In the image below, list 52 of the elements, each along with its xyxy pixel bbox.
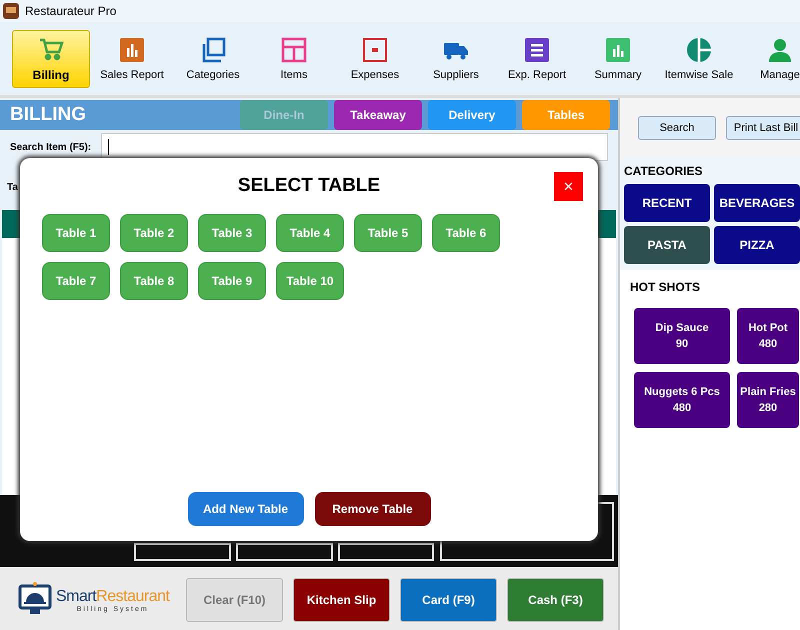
person-icon: [767, 36, 793, 62]
toolbar-button[interactable]: Categories: [174, 30, 252, 88]
toolbar-button[interactable]: Itemwise Sale: [660, 30, 738, 88]
section-title: HOT SHOTS: [630, 280, 702, 294]
toolbar-button[interactable]: Suppliers: [417, 30, 495, 88]
item-name: Plain Fries: [740, 386, 796, 398]
item-name: Hot Pot: [748, 322, 788, 334]
category-button[interactable]: RECENT: [624, 184, 710, 222]
menu-item-card[interactable]: Nuggets 6 Pcs 480: [634, 372, 730, 428]
dialog-title: SELECT TABLE: [238, 175, 380, 197]
side-button[interactable]: Search: [638, 116, 716, 140]
grid-icon: [281, 36, 307, 62]
stacked-squares-icon: [200, 36, 226, 62]
toolbar-button[interactable]: Items: [255, 30, 333, 88]
side-button[interactable]: Print Last Bill: [726, 116, 800, 140]
list-icon: [524, 36, 550, 62]
item-name: Nuggets 6 Pcs: [644, 386, 720, 398]
close-button[interactable]: ×: [554, 172, 583, 201]
action-button[interactable]: Cash (F3): [507, 578, 604, 622]
menu-item-card[interactable]: Dip Sauce 90: [634, 308, 730, 364]
dialog-button[interactable]: Remove Table: [314, 492, 430, 526]
field-label: Ta: [7, 182, 18, 192]
item-price: 280: [758, 402, 778, 414]
item-price: 480: [672, 402, 692, 414]
category-button[interactable]: PIZZA: [714, 226, 800, 264]
item-name: Dip Sauce: [655, 322, 709, 334]
window-title: Restaurateur Pro: [25, 4, 116, 18]
pie-chart-icon: [686, 36, 712, 62]
toolbar-button[interactable]: Billing: [12, 30, 90, 88]
billing-title: BILLING: [10, 104, 86, 126]
toolbar-button[interactable]: Sales Report: [93, 30, 171, 88]
menu-item-card[interactable]: Plain Fries 280: [737, 372, 799, 428]
action-button[interactable]: Kitchen Slip: [293, 578, 390, 622]
dialog-button[interactable]: Add New Table: [188, 492, 304, 526]
bar-chart-icon: [119, 36, 145, 62]
app-icon: [3, 3, 19, 19]
search-label: Search Item (F5):: [10, 142, 92, 152]
bar-chart-icon: [605, 36, 631, 62]
category-button[interactable]: PASTA: [624, 226, 710, 264]
item-price: 480: [758, 338, 778, 350]
section-title: CATEGORIES: [624, 164, 702, 178]
order-type-tab[interactable]: Takeaway: [334, 100, 422, 130]
category-button[interactable]: BEVERAGES: [714, 184, 800, 222]
toolbar-button[interactable]: Expenses: [336, 30, 414, 88]
toolbar-button[interactable]: Summary: [579, 30, 657, 88]
toolbar-button[interactable]: Manage: [741, 30, 800, 88]
item-price: 90: [676, 338, 688, 350]
action-button[interactable]: Card (F9): [400, 578, 497, 622]
toolbar-button[interactable]: Exp. Report: [498, 30, 576, 88]
search-field[interactable]: [101, 133, 608, 161]
menu-item-card[interactable]: Hot Pot 480: [737, 308, 799, 364]
logo-text: SmartRestaurant: [56, 588, 170, 606]
